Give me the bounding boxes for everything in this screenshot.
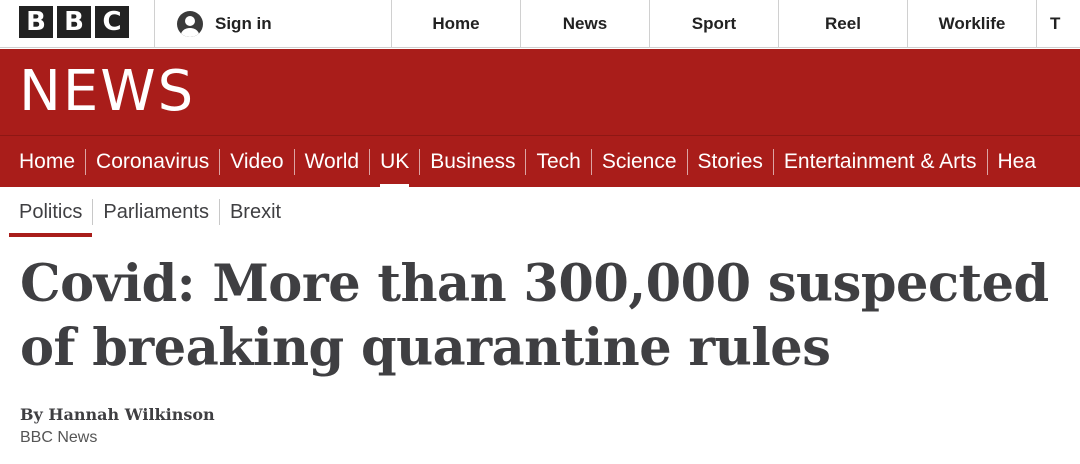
top-nav-sport[interactable]: Sport — [650, 0, 779, 48]
section-nav-science[interactable]: Science — [592, 136, 687, 187]
article-headline: Covid: More than 300,000 suspected of br… — [20, 254, 1049, 378]
article-byline: By Hannah Wilkinson — [20, 405, 215, 424]
sign-in-label: Sign in — [215, 14, 272, 33]
section-nav-home[interactable]: Home — [0, 136, 85, 187]
section-nav-uk[interactable]: UK — [370, 136, 419, 187]
sub-nav: Politics Parliaments Brexit — [0, 187, 1080, 237]
top-nav-worklife[interactable]: Worklife — [908, 0, 1037, 48]
sign-in-button[interactable]: Sign in — [154, 0, 392, 48]
logo-letter: B — [19, 6, 53, 38]
article-source: BBC News — [20, 429, 98, 446]
logo-letter: B — [57, 6, 91, 38]
section-nav-video[interactable]: Video — [220, 136, 293, 187]
section-nav-health-truncated[interactable]: Hea — [988, 136, 1047, 187]
top-nav: Home News Sport Reel Worklife T — [392, 0, 1080, 48]
section-nav-coronavirus[interactable]: Coronavirus — [86, 136, 219, 187]
top-nav-home[interactable]: Home — [392, 0, 521, 48]
section-nav-entertainment-arts[interactable]: Entertainment & Arts — [774, 136, 987, 187]
top-nav-truncated[interactable]: T — [1037, 0, 1080, 48]
top-nav-news[interactable]: News — [521, 0, 650, 48]
section-nav-tech[interactable]: Tech — [526, 136, 590, 187]
section-nav-stories[interactable]: Stories — [688, 136, 773, 187]
logo-letter: C — [95, 6, 129, 38]
news-masthead: NEWS — [0, 49, 1080, 135]
section-nav-world[interactable]: World — [295, 136, 369, 187]
sub-nav-brexit[interactable]: Brexit — [220, 187, 291, 237]
top-bar: B B C Sign in Home News Sport Reel Workl… — [0, 0, 1080, 48]
sub-nav-parliaments[interactable]: Parliaments — [93, 187, 219, 237]
sub-nav-politics[interactable]: Politics — [0, 187, 93, 237]
section-nav: Home Coronavirus Video World UK Business… — [0, 135, 1080, 187]
bbc-logo[interactable]: B B C — [19, 6, 129, 38]
section-nav-business[interactable]: Business — [420, 136, 525, 187]
news-logo[interactable]: NEWS — [19, 63, 195, 121]
top-nav-reel[interactable]: Reel — [779, 0, 908, 48]
user-icon — [177, 11, 203, 37]
